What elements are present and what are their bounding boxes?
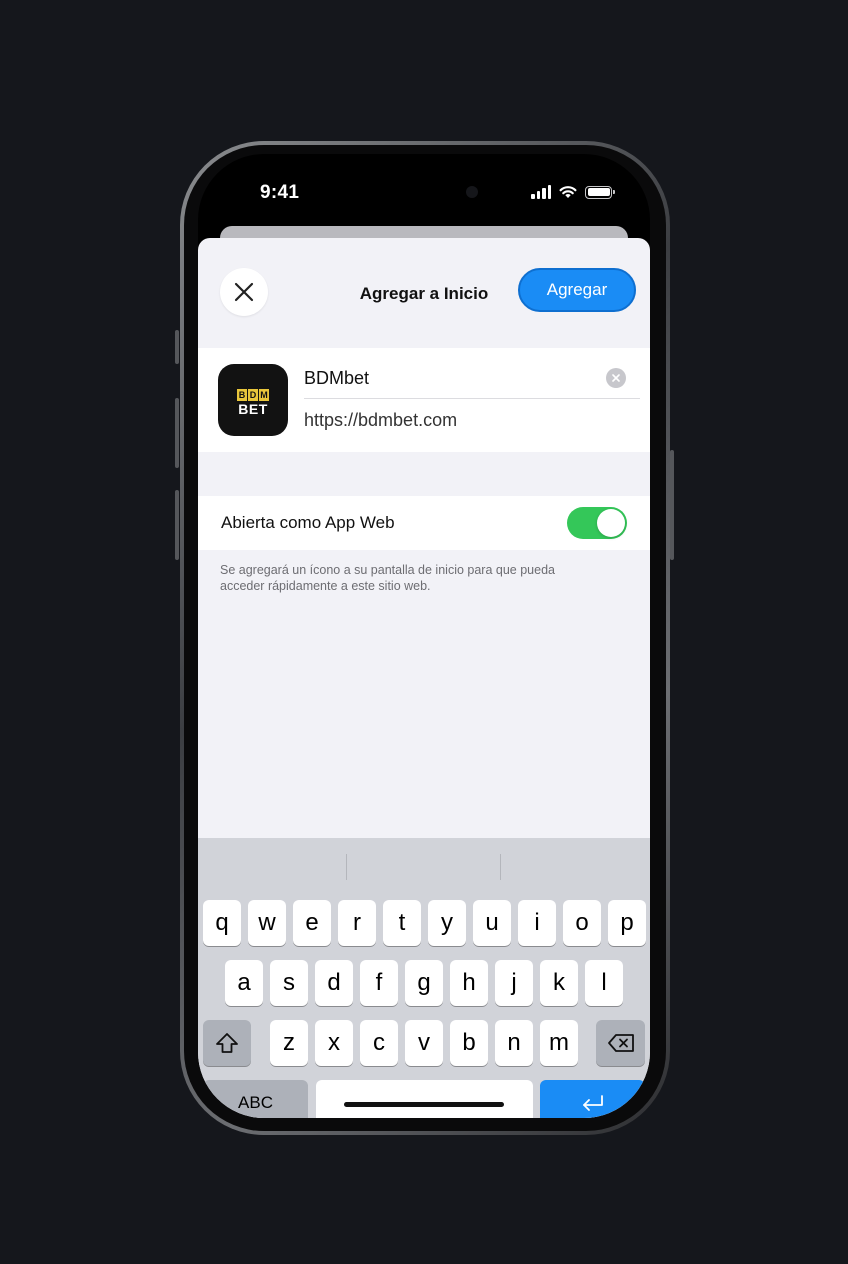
field-divider — [304, 398, 640, 399]
key-h[interactable]: h — [450, 960, 488, 1006]
keyboard: q w e r t y u i o p a s d f g h j k l z … — [198, 838, 650, 1118]
delete-key[interactable] — [596, 1020, 645, 1066]
key-u[interactable]: u — [473, 900, 511, 946]
key-i[interactable]: i — [518, 900, 556, 946]
web-app-toggle[interactable] — [567, 507, 627, 539]
phone-screen: 9:41 Agregar a Inicio Agregar B D M BET … — [198, 154, 650, 1118]
return-icon — [582, 1095, 603, 1111]
cellular-signal-icon — [531, 185, 551, 199]
abc-key[interactable]: ABC — [203, 1080, 308, 1118]
return-key[interactable] — [540, 1080, 645, 1118]
app-logo-top: B D M — [237, 389, 269, 401]
suggestion-bar — [198, 838, 650, 896]
status-bar: 9:41 — [198, 154, 650, 226]
key-y[interactable]: y — [428, 900, 466, 946]
key-e[interactable]: e — [293, 900, 331, 946]
key-w[interactable]: w — [248, 900, 286, 946]
sheet-header: Agregar a Inicio Agregar — [198, 238, 650, 346]
battery-icon — [585, 185, 615, 199]
key-o[interactable]: o — [563, 900, 601, 946]
shift-icon — [216, 1033, 238, 1053]
add-to-home-sheet: Agregar a Inicio Agregar B D M BET BDMbe… — [198, 238, 650, 1118]
clear-text-button[interactable] — [606, 368, 626, 388]
key-b[interactable]: b — [450, 1020, 488, 1066]
app-name-field[interactable]: BDMbet — [304, 368, 369, 389]
app-info-card: B D M BET BDMbet https://bdmbet.com — [198, 348, 650, 452]
web-app-row: Abierta como App Web — [198, 496, 650, 550]
volume-up-button — [175, 398, 179, 468]
key-c[interactable]: c — [360, 1020, 398, 1066]
key-s[interactable]: s — [270, 960, 308, 1006]
key-n[interactable]: n — [495, 1020, 533, 1066]
key-a[interactable]: a — [225, 960, 263, 1006]
status-time: 9:41 — [260, 182, 300, 203]
wifi-icon — [559, 186, 577, 198]
footnote-text: Se agregará un ícono a su pantalla de in… — [220, 563, 555, 593]
action-button — [175, 330, 179, 364]
key-j[interactable]: j — [495, 960, 533, 1006]
toggle-knob — [597, 509, 625, 537]
key-m[interactable]: m — [540, 1020, 578, 1066]
key-x[interactable]: x — [315, 1020, 353, 1066]
status-icons — [531, 184, 615, 200]
suggestion-divider — [346, 854, 347, 880]
power-button — [670, 450, 674, 560]
suggestion-divider — [500, 854, 501, 880]
home-indicator[interactable] — [344, 1102, 504, 1107]
key-l[interactable]: l — [585, 960, 623, 1006]
key-v[interactable]: v — [405, 1020, 443, 1066]
shift-key[interactable] — [203, 1020, 251, 1066]
key-z[interactable]: z — [270, 1020, 308, 1066]
app-logo-bottom: BET — [238, 401, 268, 417]
key-r[interactable]: r — [338, 900, 376, 946]
add-button[interactable]: Agregar — [518, 268, 636, 312]
key-g[interactable]: g — [405, 960, 443, 1006]
key-f[interactable]: f — [360, 960, 398, 1006]
web-app-label: Abierta como App Web — [221, 513, 395, 532]
key-d[interactable]: d — [315, 960, 353, 1006]
delete-icon — [607, 1034, 634, 1052]
key-q[interactable]: q — [203, 900, 241, 946]
space-key[interactable] — [316, 1080, 533, 1118]
key-t[interactable]: t — [383, 900, 421, 946]
clear-icon — [612, 374, 620, 382]
key-k[interactable]: k — [540, 960, 578, 1006]
app-icon: B D M BET — [218, 364, 288, 436]
camera-icon — [466, 186, 478, 198]
key-p[interactable]: p — [608, 900, 646, 946]
app-url: https://bdmbet.com — [304, 410, 458, 430]
volume-down-button — [175, 490, 179, 560]
